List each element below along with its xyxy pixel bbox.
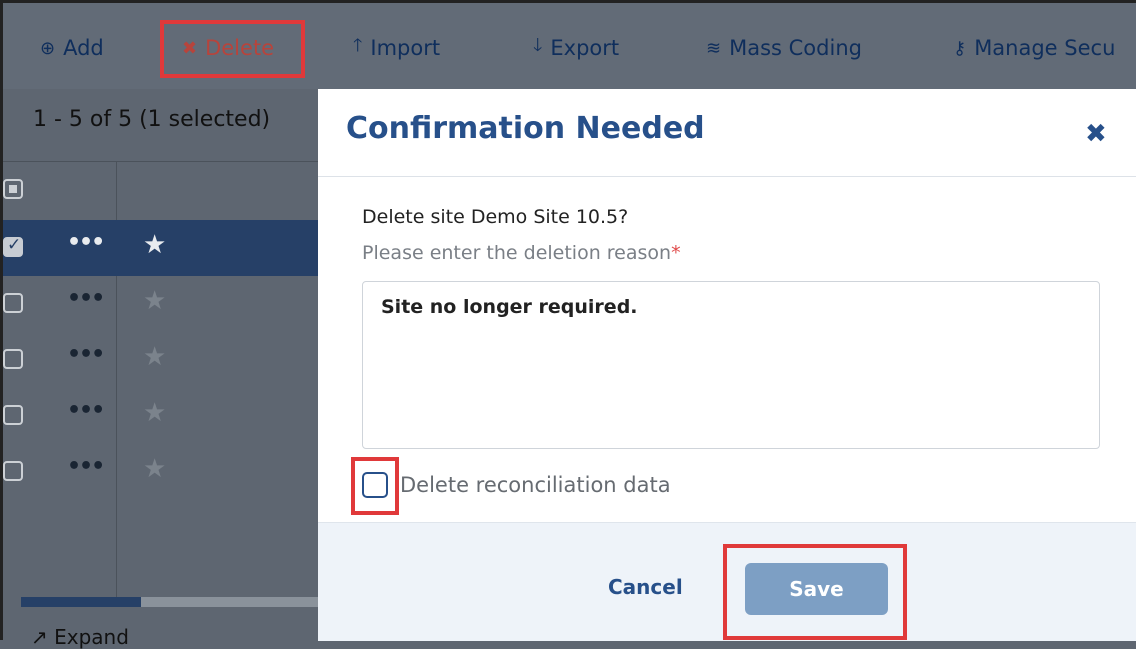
export-button[interactable]: 🡓 Export	[533, 31, 619, 65]
export-label: Export	[550, 36, 620, 60]
star-icon[interactable]: ★	[143, 230, 166, 260]
database-icon: ≋	[706, 37, 722, 59]
arrow-up-icon: 🡑	[353, 35, 363, 56]
scrollbar-thumb[interactable]	[21, 597, 141, 607]
delete-question: Delete site Demo Site 10.5?	[362, 206, 629, 228]
arrow-down-icon: 🡓	[533, 35, 543, 56]
table-row[interactable]: ••• ★	[3, 332, 318, 388]
star-icon[interactable]: ★	[143, 286, 166, 316]
add-label: Add	[63, 36, 104, 60]
delete-reconciliation-checkbox[interactable]	[362, 472, 388, 498]
mass-coding-button[interactable]: ≋ Mass Coding	[706, 31, 862, 65]
toolbar: ⊕ Add ✖ Delete 🡑 Import 🡓 Export ≋ Mass …	[3, 3, 1136, 89]
row-checkbox[interactable]	[3, 349, 23, 369]
import-label: Import	[370, 36, 441, 60]
reason-label-text: Please enter the deletion reason	[362, 242, 672, 264]
add-button[interactable]: ⊕ Add	[40, 31, 104, 65]
more-options-icon[interactable]: •••	[67, 454, 105, 479]
manage-security-button[interactable]: ⚷ Manage Secu	[953, 31, 1115, 65]
record-count: 1 - 5 of 5 (1 selected)	[33, 107, 271, 132]
horizontal-scrollbar[interactable]	[21, 597, 318, 607]
manage-security-label: Manage Secu	[974, 36, 1116, 60]
key-icon: ⚷	[953, 37, 967, 59]
confirmation-dialog: Confirmation Needed ✖ Delete site Demo S…	[318, 89, 1136, 641]
more-options-icon[interactable]: •••	[67, 342, 105, 367]
row-checkbox[interactable]	[3, 235, 23, 257]
table-row[interactable]: ••• ★	[3, 388, 318, 444]
expand-label: Expand	[54, 625, 129, 649]
row-checkbox[interactable]	[3, 461, 23, 481]
mass-coding-label: Mass Coding	[729, 36, 862, 60]
star-icon[interactable]: ★	[143, 398, 166, 428]
list-panel: 1 - 5 of 5 (1 selected) ••• ★ ••• ★ ••• …	[3, 89, 318, 649]
dialog-title: Confirmation Needed	[346, 111, 705, 146]
expand-button[interactable]: ↗ Expand	[31, 625, 129, 649]
plus-circle-icon: ⊕	[40, 37, 56, 59]
select-all-checkbox[interactable]	[3, 179, 23, 199]
expand-icon: ↗	[31, 625, 48, 649]
close-icon[interactable]: ✖	[1085, 119, 1107, 149]
dialog-footer: Cancel Save	[318, 522, 1136, 641]
row-checkbox[interactable]	[3, 293, 23, 313]
table-row[interactable]: ••• ★	[3, 276, 318, 332]
import-button[interactable]: 🡑 Import	[353, 31, 440, 65]
delete-highlight-box	[160, 20, 305, 78]
more-options-icon[interactable]: •••	[67, 286, 105, 311]
deletion-reason-input[interactable]: Site no longer required.	[362, 281, 1100, 449]
reason-label: Please enter the deletion reason*	[362, 242, 681, 264]
star-icon[interactable]: ★	[143, 342, 166, 372]
table-row[interactable]: ••• ★	[3, 444, 318, 500]
more-options-icon[interactable]: •••	[67, 230, 105, 255]
star-icon[interactable]: ★	[143, 454, 166, 484]
save-button[interactable]: Save	[745, 563, 888, 615]
required-marker: *	[671, 242, 681, 264]
title-divider	[318, 176, 1136, 177]
header-divider	[3, 161, 318, 162]
delete-reconciliation-label: Delete reconciliation data	[400, 473, 671, 497]
table-row[interactable]: ••• ★	[3, 220, 318, 276]
row-checkbox[interactable]	[3, 405, 23, 425]
cancel-button[interactable]: Cancel	[608, 575, 683, 599]
more-options-icon[interactable]: •••	[67, 398, 105, 423]
